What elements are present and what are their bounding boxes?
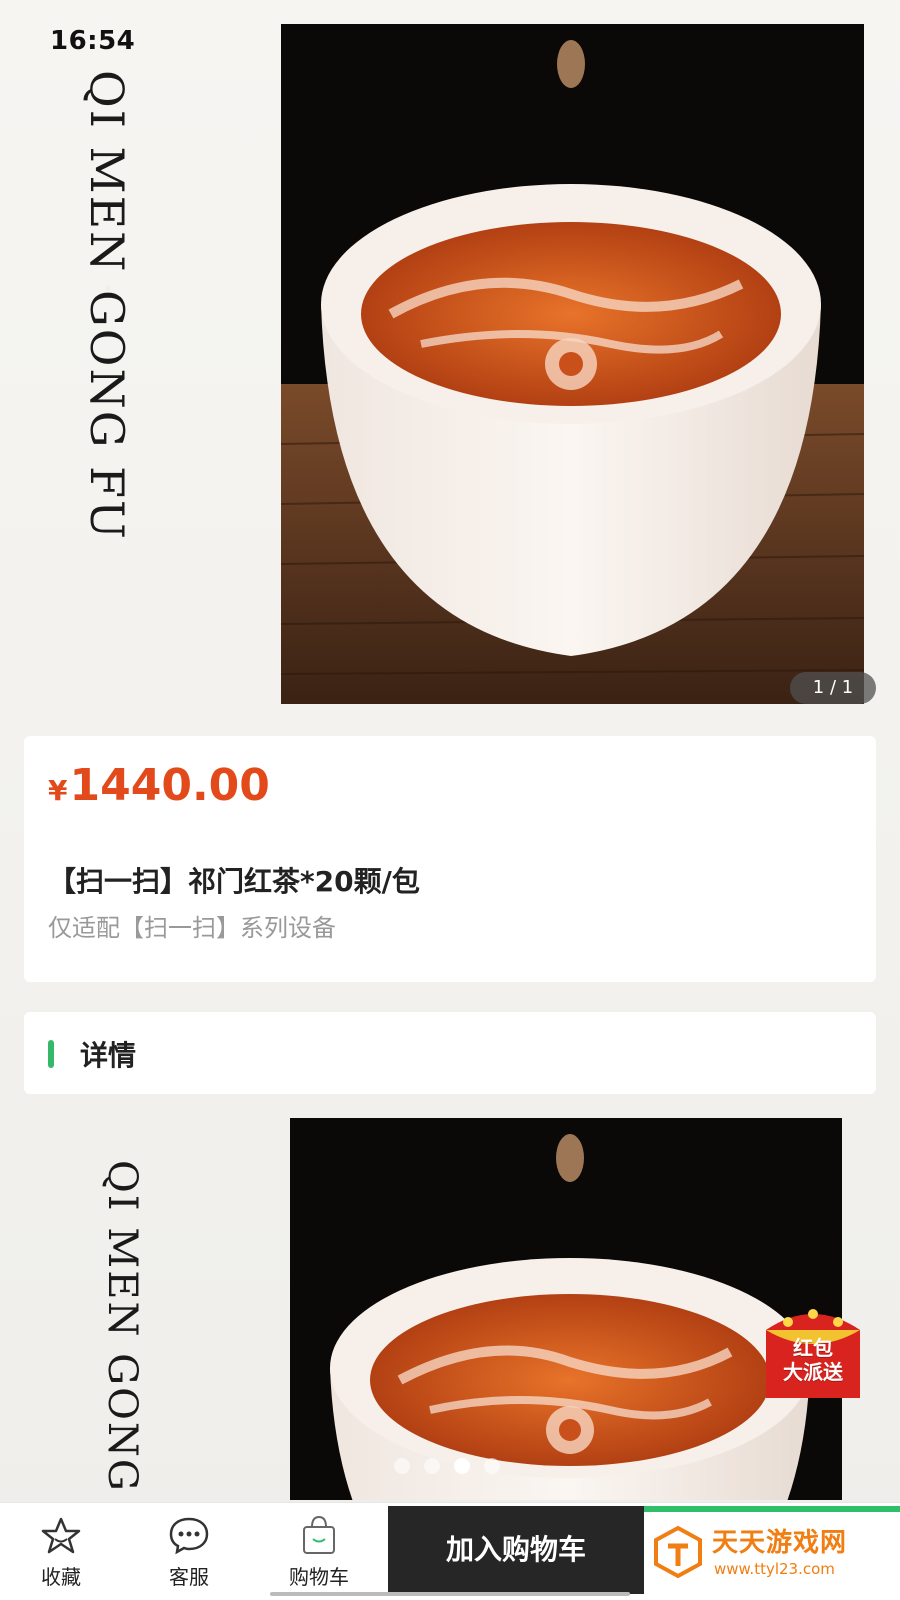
favorites-tab[interactable]: 收藏: [6, 1503, 116, 1600]
product-title: 【扫一扫】祁门红茶*20颗/包: [48, 865, 420, 898]
shopping-cart-tab[interactable]: 购物车: [264, 1503, 374, 1600]
details-section-header: 详情: [24, 1012, 876, 1094]
carousel-dot-active[interactable]: [454, 1458, 470, 1474]
section-accent-bar: [48, 1040, 54, 1068]
add-to-cart-button[interactable]: 加入购物车: [388, 1506, 644, 1594]
carousel-dot[interactable]: [394, 1458, 410, 1474]
customer-service-tab[interactable]: 客服: [134, 1503, 244, 1600]
buy-button-accent: [644, 1506, 900, 1512]
price-amount: 1440.00: [69, 760, 270, 811]
currency-symbol: ¥: [48, 774, 68, 807]
image-pager-indicator: 1 / 1: [790, 672, 876, 704]
favorites-label: 收藏: [41, 1565, 81, 1589]
watermark-url: www.ttyl23.com: [714, 1560, 835, 1578]
product-info-card: ¥1440.00 【扫一扫】祁门红茶*20颗/包 仅适配【扫一扫】系列设备: [24, 736, 876, 982]
shopping-bag-icon: [303, 1515, 335, 1554]
red-packet-label: 红包 大派送: [783, 1336, 843, 1384]
tea-cup-illustration: [281, 24, 864, 704]
watermark-logo-icon: [654, 1525, 702, 1578]
chat-icon: [169, 1517, 209, 1555]
carousel-dot[interactable]: [424, 1458, 440, 1474]
product-subtitle: 仅适配【扫一扫】系列设备: [48, 914, 336, 942]
home-indicator: [270, 1592, 630, 1596]
red-packet-promo-button[interactable]: 红包 大派送: [758, 1302, 868, 1402]
product-price: ¥1440.00: [48, 760, 270, 811]
hero-brand-vertical-text: QI MEN GONG FU: [80, 70, 134, 541]
carousel-dot[interactable]: [484, 1458, 500, 1474]
shopping-cart-label: 购物车: [289, 1565, 349, 1589]
detail-carousel-dots: [394, 1458, 500, 1474]
watermark-name: 天天游戏网: [712, 1528, 848, 1558]
customer-service-label: 客服: [169, 1565, 209, 1589]
status-bar-time: 16:54: [50, 26, 136, 56]
product-hero-image[interactable]: [281, 24, 864, 704]
star-icon: [41, 1517, 81, 1554]
site-watermark: 天天游戏网 www.ttyl23.com: [650, 1516, 890, 1594]
details-heading: 详情: [80, 1039, 137, 1072]
